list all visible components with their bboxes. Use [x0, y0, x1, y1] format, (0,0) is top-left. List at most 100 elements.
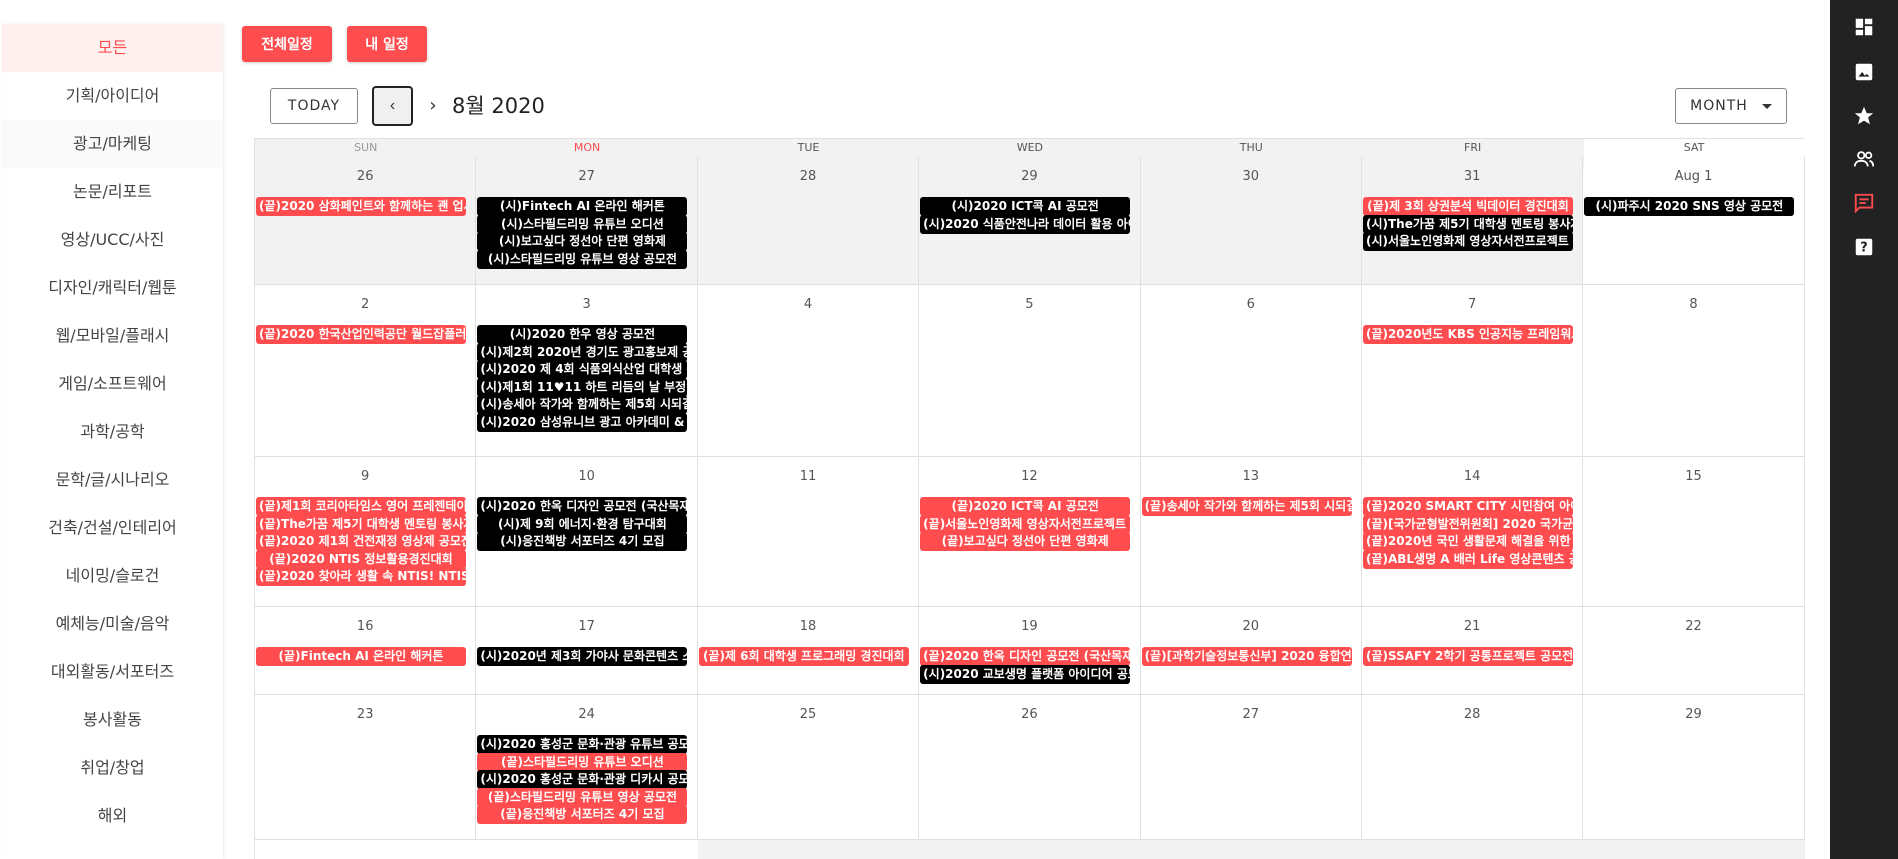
day-cell[interactable]: 28	[1362, 695, 1584, 839]
day-number[interactable]: 27	[1141, 707, 1361, 722]
day-number[interactable]: 12	[919, 469, 1139, 484]
category-item[interactable]: 영상/UCC/사진	[2, 216, 223, 264]
day-number[interactable]: Aug 1	[1583, 169, 1803, 184]
category-item[interactable]: 과학/공학	[2, 408, 223, 456]
category-item[interactable]: 문학/글/시나리오	[2, 456, 223, 504]
view-select[interactable]: MONTH	[1675, 88, 1787, 124]
day-cell[interactable]: 17 (시)2020년 제3회 가야사 문화콘텐츠 스토리 공모전	[476, 607, 698, 694]
day-number[interactable]: 29	[1583, 707, 1803, 722]
day-cell[interactable]: 28	[697, 157, 920, 284]
all-schedule-button[interactable]: 전체일정	[242, 26, 332, 62]
star-icon[interactable]	[1852, 104, 1876, 128]
day-number[interactable]: 10	[476, 469, 696, 484]
day-number[interactable]: 22	[1583, 619, 1803, 634]
event-start[interactable]: (시)Fintech AI 온라인 해커톤	[477, 197, 688, 216]
day-cell[interactable]: 26 (끝)2020 삼화페인트와 함께하는 괜 업사이클링 공모전	[255, 157, 477, 284]
event-end[interactable]: (끝)응진책방 서포터즈 4기 모집	[477, 805, 688, 824]
category-item[interactable]: 건축/건설/인테리어	[2, 504, 223, 552]
day-cell[interactable]: 22	[1583, 607, 1805, 694]
category-item[interactable]: 봉사활동	[2, 696, 223, 744]
category-item[interactable]: 웹/모바일/플래시	[2, 312, 223, 360]
event-end[interactable]: (끝)2020 NTIS 정보활용경진대회	[256, 549, 466, 569]
day-number[interactable]: 4	[698, 297, 918, 312]
next-month-button[interactable]: ›	[424, 88, 442, 124]
event-end[interactable]: (끝)2020 제1회 건전재정 영상제 공모전	[256, 532, 466, 551]
day-cell[interactable]: 2 (끝)2020 한국산업인력공단 월드잡플러스 공모전	[255, 285, 477, 456]
event-end[interactable]: (끝)2020 ICT콕 AI 공모전	[920, 497, 1131, 516]
day-cell[interactable]: Aug 1 (시)파주시 2020 SNS 영상 공모전	[1583, 157, 1805, 284]
event-start[interactable]: (시)파주시 2020 SNS 영상 공모전	[1584, 197, 1795, 216]
event-end[interactable]: (끝)제1회 코리아타임스 영어 프레젠테이션 대회	[256, 497, 466, 516]
event-start[interactable]: (시)서울노인영화제 영상자서전프로젝트 참가자 모집	[1362, 232, 1573, 251]
day-cell[interactable]: 21 (끝)SSAFY 2학기 공통프로젝트 공모전	[1362, 607, 1584, 694]
event-start[interactable]: (시)제 9회 에너지·환경 탐구대회	[477, 514, 688, 534]
day-cell[interactable]: 19 (끝)2020 한옥 디자인 공모전 (국산목재 활용)(시)2020 교보…	[919, 607, 1141, 694]
day-number[interactable]: 26	[919, 707, 1139, 722]
category-item[interactable]: 대외활동/서포터즈	[2, 648, 223, 696]
day-number[interactable]: 5	[919, 297, 1139, 312]
event-start[interactable]: (시)2020 삼성유니브 광고 아카데미 & 아이디어 공모전	[477, 412, 688, 432]
image-icon[interactable]	[1852, 60, 1876, 84]
event-end[interactable]: (끝)2020 찾아라 생활 속 NTIS! NTIS 콘텐츠 공모전	[256, 567, 466, 586]
event-end[interactable]: (끝)SSAFY 2학기 공통프로젝트 공모전	[1362, 647, 1573, 666]
category-item[interactable]: 게임/소프트웨어	[2, 360, 223, 408]
day-cell[interactable]: 27	[1141, 695, 1362, 839]
day-number[interactable]: 30	[1141, 169, 1361, 184]
day-number[interactable]: 3	[476, 297, 696, 312]
category-item[interactable]: 취업/창업	[2, 744, 223, 792]
event-end[interactable]: (끝)2020년 국민 생활문제 해결을 위한 솔루션 공모전	[1362, 532, 1573, 551]
day-cell[interactable]: 30	[1140, 157, 1362, 284]
day-cell[interactable]: 5	[919, 285, 1141, 456]
event-start[interactable]: (시)보고싶다 정선아 단편 영화제	[477, 232, 688, 251]
day-number[interactable]: 15	[1583, 469, 1803, 484]
day-cell[interactable]: 26	[919, 695, 1141, 839]
event-start[interactable]: (시)2020 한옥 디자인 공모전 (국산목재 활용)	[477, 497, 688, 516]
day-cell[interactable]: 24 (시)2020 홍성군 문화·관광 유튜브 공모전 (끝)스타필드리밍 유튜브…	[476, 695, 698, 839]
day-cell[interactable]: 8	[1583, 285, 1805, 456]
day-number[interactable]: 8	[1583, 297, 1803, 312]
day-cell[interactable]: 12 (끝)2020 ICT콕 AI 공모전 (끝)서울노인영화제 영상자서전프로젝…	[919, 457, 1141, 606]
day-number[interactable]: 24	[476, 707, 696, 722]
day-cell[interactable]: 18 (끝)제 6회 대학생 프로그래밍 경진대회	[698, 607, 920, 694]
day-number[interactable]: 23	[255, 707, 475, 722]
day-number[interactable]: 13	[1141, 469, 1361, 484]
event-end[interactable]: (끝)Fintech AI 온라인 해커톤	[256, 647, 466, 666]
event-start[interactable]: (시)2020 제 4회 식품외식산업 대학생 논문 공모전	[477, 360, 688, 379]
event-end[interactable]: (끝)2020 한국산업인력공단 월드잡플러스 공모전	[256, 325, 466, 344]
day-cell[interactable]: 23	[255, 695, 477, 839]
event-start[interactable]: (시)2020 한우 영상 공모전	[477, 325, 688, 344]
event-start[interactable]: (시)스타필드리밍 유튜브 오디션	[477, 214, 688, 234]
day-number[interactable]: 2	[255, 297, 475, 312]
event-end[interactable]: (끝)ABL생명 A 배러 Life 영상콘텐츠 공모전	[1362, 549, 1573, 569]
day-number[interactable]: 6	[1141, 297, 1361, 312]
day-cell[interactable]: 27 (시)Fintech AI 온라인 해커톤 (시)스타필드리밍 유튜브 오디션…	[476, 157, 698, 284]
day-cell[interactable]: 7 (끝)2020년도 KBS 인공지능 프레임워크/모델 공모전	[1362, 285, 1584, 456]
event-end[interactable]: (끝)제 6회 대학생 프로그래밍 경진대회	[698, 647, 909, 666]
category-item[interactable]: 해외	[2, 792, 223, 840]
day-cell[interactable]: 9 (끝)제1회 코리아타임스 영어 프레젠테이션 대회(끝)The가꿈 제5기 …	[255, 457, 477, 606]
day-number[interactable]: 18	[698, 619, 918, 634]
day-cell[interactable]: 29	[1583, 695, 1805, 839]
day-number[interactable]: 26	[255, 169, 475, 184]
day-number[interactable]: 9	[255, 469, 475, 484]
dashboard-icon[interactable]	[1852, 15, 1876, 39]
day-number[interactable]: 17	[476, 619, 696, 634]
day-cell[interactable]: 4	[698, 285, 920, 456]
help-icon[interactable]: ?	[1852, 235, 1876, 259]
day-cell[interactable]: 16 (끝)Fintech AI 온라인 해커톤	[255, 607, 477, 694]
day-number[interactable]: 28	[1362, 707, 1582, 722]
event-start[interactable]: (시)2020 ICT콕 AI 공모전	[920, 197, 1131, 216]
category-item[interactable]: 광고/마케팅	[2, 120, 223, 168]
day-number[interactable]: 14	[1362, 469, 1582, 484]
event-start[interactable]: (시)응진책방 서포터즈 4기 모집	[477, 532, 688, 551]
event-end[interactable]: (끝)2020 삼화페인트와 함께하는 괜 업사이클링 공모전	[256, 197, 466, 216]
event-start[interactable]: (시)2020년 제3회 가야사 문화콘텐츠 스토리 공모전	[477, 647, 688, 666]
event-start[interactable]: (시)2020 홍성군 문화·관광 유튜브 공모전	[477, 735, 688, 754]
event-start[interactable]: (시)2020 교보생명 플랫폼 아이디어 공모전	[920, 664, 1131, 684]
day-number[interactable]: 19	[919, 619, 1139, 634]
category-item[interactable]: 네이밍/슬로건	[2, 552, 223, 600]
day-number[interactable]: 7	[1362, 297, 1582, 312]
my-schedule-button[interactable]: 내 일정	[347, 26, 427, 62]
event-end[interactable]: (끝)스타필드리밍 유튜브 오디션	[477, 752, 688, 772]
category-item[interactable]: 논문/리포트	[2, 168, 223, 216]
